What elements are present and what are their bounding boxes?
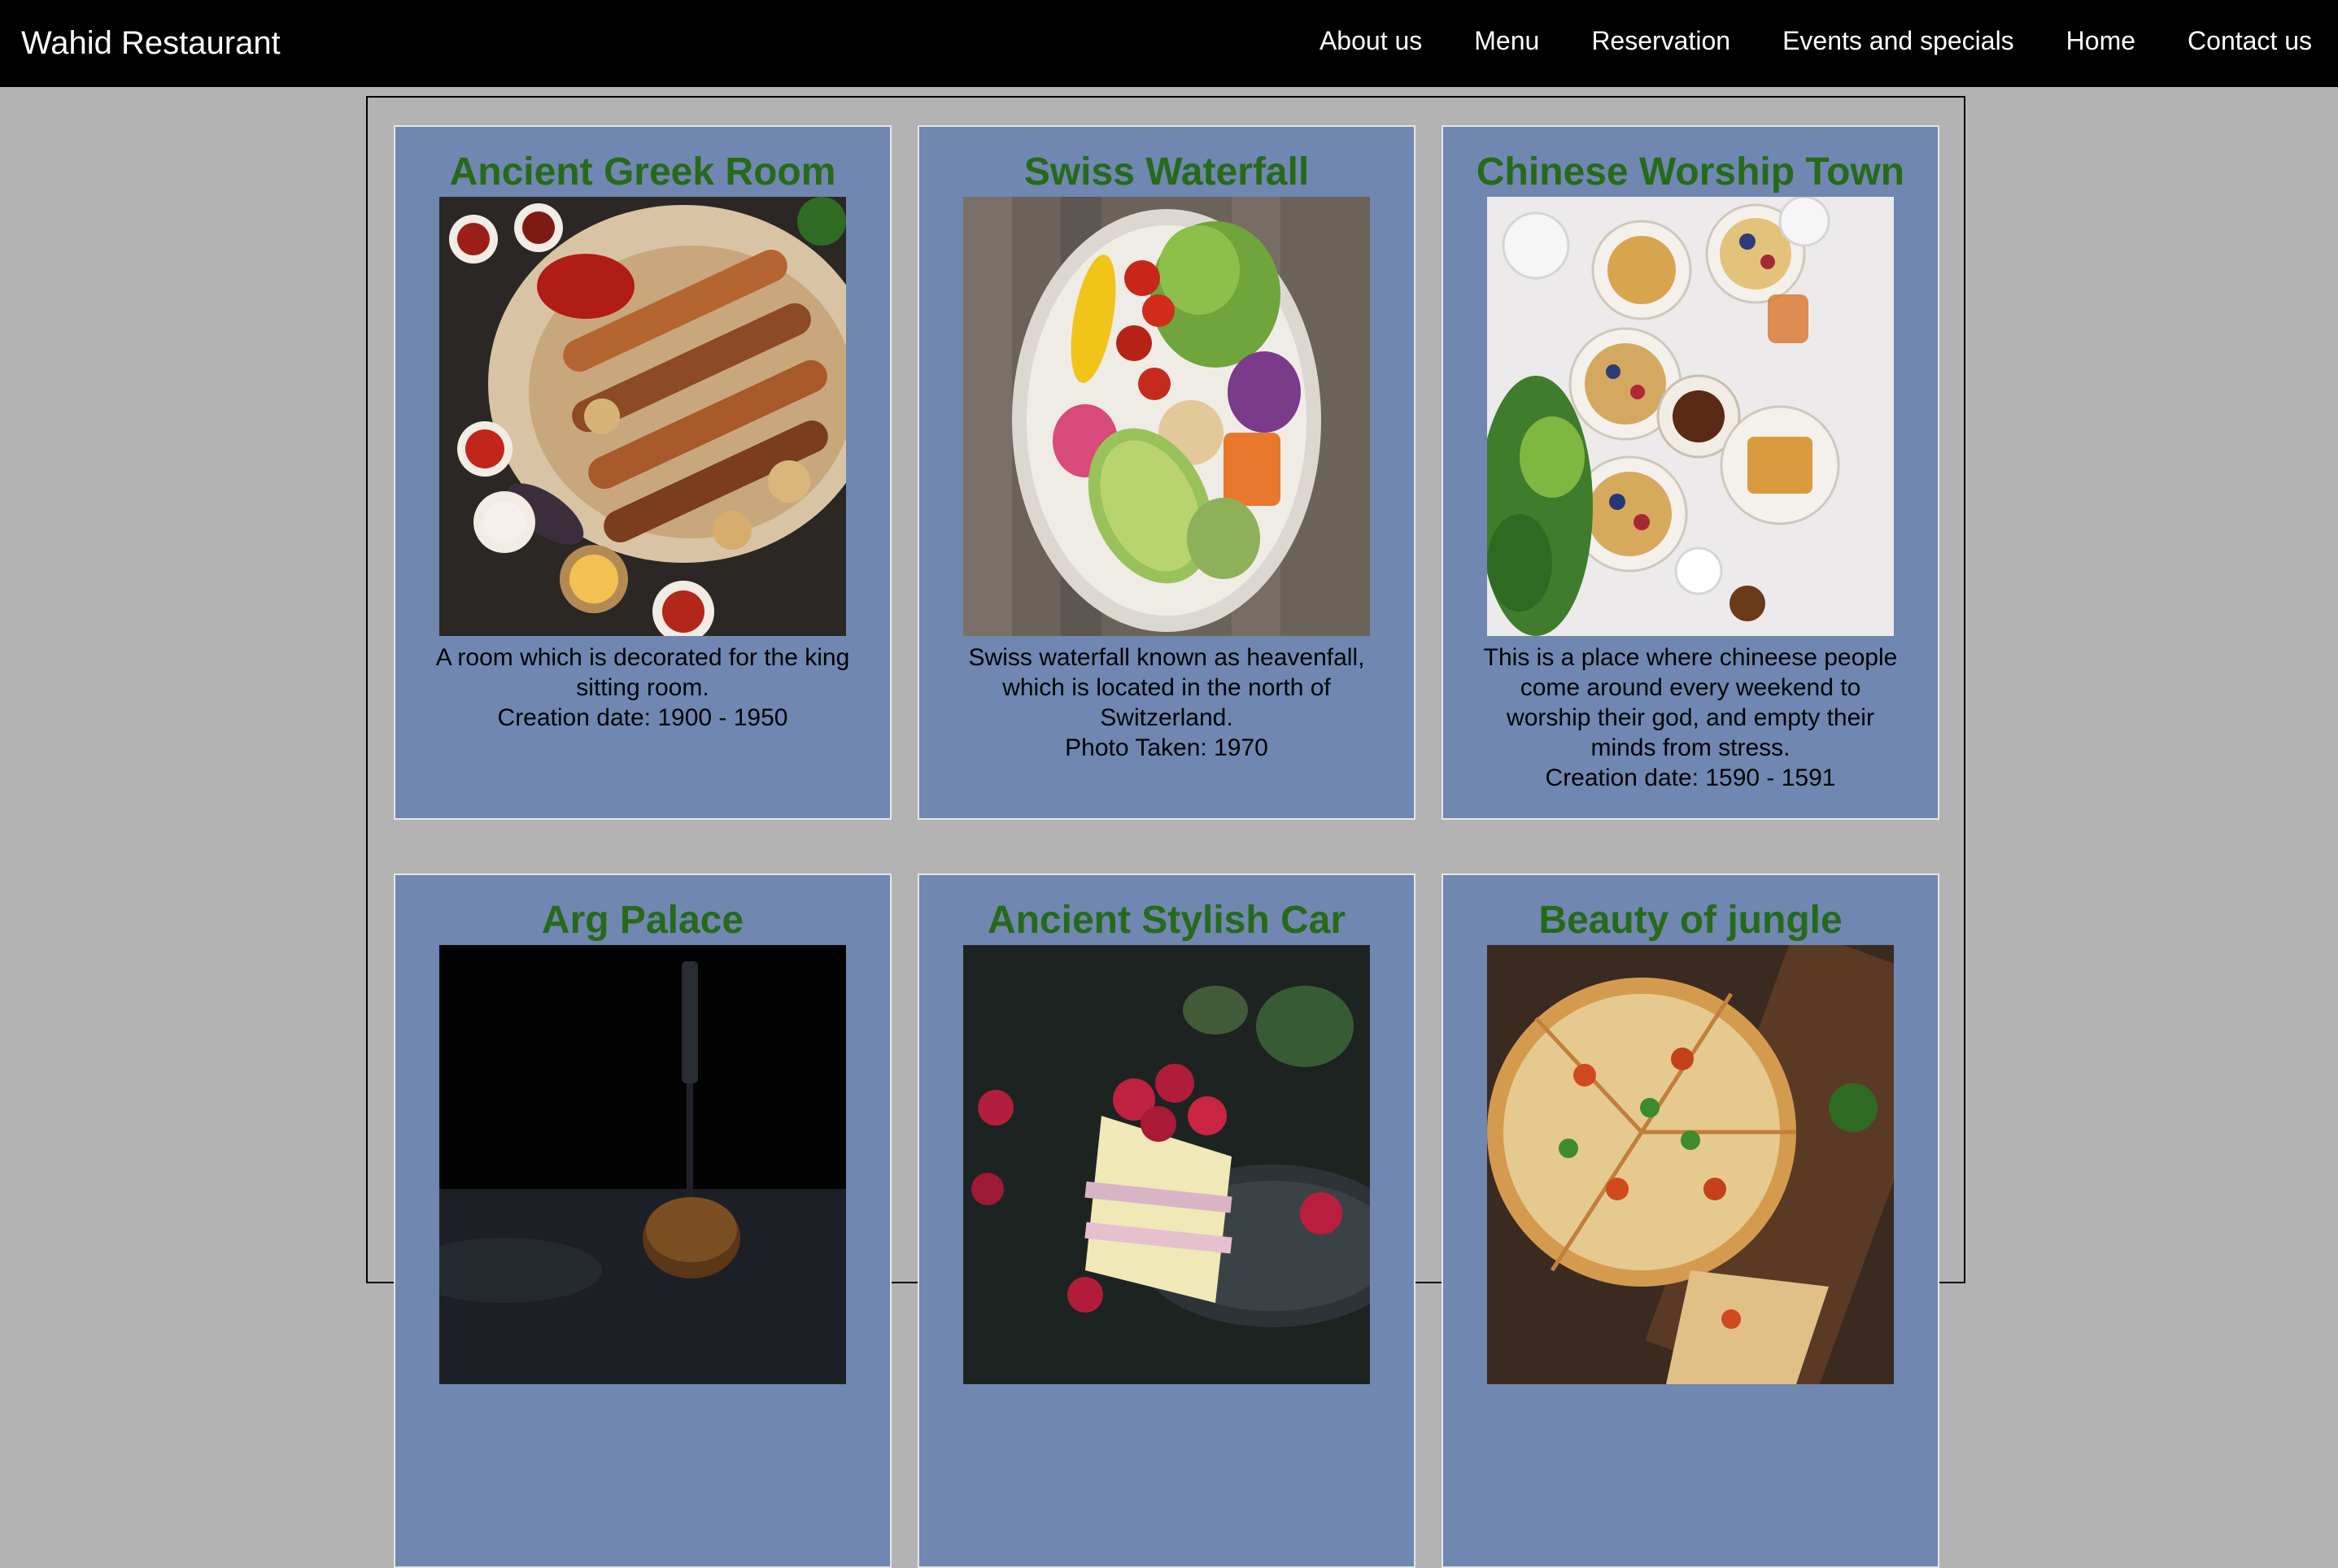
- nav-menu: About us Menu Reservation Events and spe…: [1319, 0, 2312, 81]
- card-description: Swiss waterfall known as heavenfall, whi…: [952, 642, 1381, 763]
- card-description-text: This is a place where chineese people co…: [1483, 644, 1898, 761]
- gallery-card: Swiss Waterfall Swiss waterfall known as…: [918, 125, 1415, 820]
- card-description-text: A room which is decorated for the king s…: [435, 644, 850, 701]
- gallery-card: Chinese Worship Town This is a place whe…: [1442, 125, 1939, 820]
- card-date-text: Photo Taken: 1970: [1065, 734, 1268, 761]
- card-description: A room which is decorated for the king s…: [428, 642, 857, 733]
- gallery-card: Ancient Greek Room A room which is decor…: [394, 125, 892, 820]
- card-description: This is a place where chineese people co…: [1476, 642, 1905, 793]
- card-title: Swiss Waterfall: [1023, 150, 1310, 194]
- pizza-on-board-photo: [1487, 945, 1894, 1384]
- card-title: Ancient Greek Room: [449, 150, 836, 194]
- nav-link-events-and-specials[interactable]: Events and specials: [1782, 26, 2014, 56]
- card-title: Chinese Worship Town: [1476, 150, 1905, 194]
- grilled-meats-platter-photo: [439, 197, 846, 636]
- brand-logo-link[interactable]: Wahid Restaurant: [21, 0, 281, 87]
- card-description-text: Swiss waterfall known as heavenfall, whi…: [968, 644, 1365, 731]
- nav-link-about-us[interactable]: About us: [1319, 26, 1422, 56]
- nav-link-reservation[interactable]: Reservation: [1591, 26, 1730, 56]
- top-navbar: Wahid Restaurant About us Menu Reservati…: [0, 0, 2338, 87]
- gallery-card: Ancient Stylish Car: [918, 873, 1415, 1568]
- card-title: Beauty of jungle: [1538, 899, 1843, 942]
- gallery-card: Beauty of jungle: [1442, 873, 1939, 1568]
- breakfast-bowls-photo: [1487, 197, 1894, 636]
- raspberry-cake-photo: [963, 945, 1370, 1384]
- gallery-container: Ancient Greek Room A room which is decor…: [366, 96, 1965, 1568]
- card-date-text: Creation date: 1900 - 1950: [497, 704, 788, 731]
- nav-link-home[interactable]: Home: [2066, 26, 2135, 56]
- gallery-card: Arg Palace: [394, 873, 892, 1568]
- burger-with-knife-photo: [439, 945, 846, 1384]
- card-title: Arg Palace: [541, 899, 744, 942]
- salad-bowl-photo: [963, 197, 1370, 636]
- nav-link-menu[interactable]: Menu: [1474, 26, 1539, 56]
- card-date-text: Creation date: 1590 - 1591: [1545, 764, 1836, 791]
- nav-link-contact-us[interactable]: Contact us: [2188, 26, 2312, 56]
- card-title: Ancient Stylish Car: [987, 899, 1346, 942]
